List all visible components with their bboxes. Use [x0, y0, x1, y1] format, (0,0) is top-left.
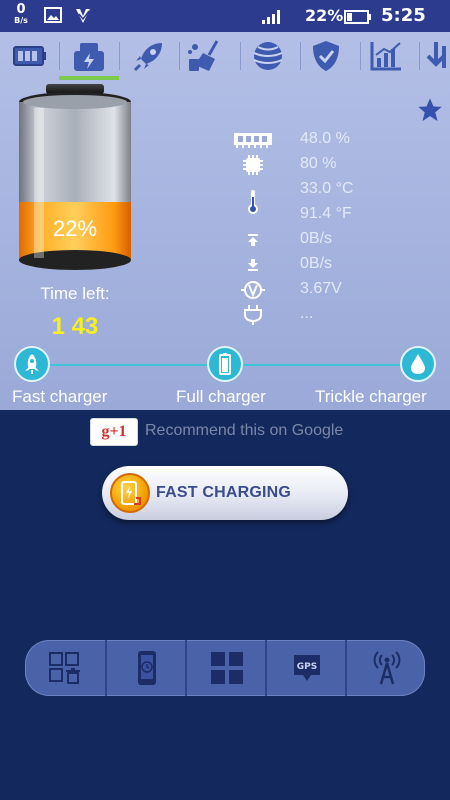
download-speed-icon — [228, 252, 278, 277]
phone-timer-button[interactable] — [107, 640, 187, 696]
svg-text:GPS: GPS — [297, 662, 317, 672]
grid-button[interactable] — [187, 640, 267, 696]
rocket-icon — [133, 43, 162, 72]
battery-icon — [219, 353, 231, 375]
net-speed-unit: B/s — [14, 16, 28, 25]
charge-stages: Fast charger Full charger Trickle charge… — [0, 342, 450, 410]
battery-tab-icon — [13, 46, 46, 66]
time-left-value: 1 43 — [51, 313, 99, 340]
app-manager-icon — [49, 652, 80, 684]
status-bar: 0 B/s 22% 5:25 PM — [0, 0, 450, 45]
battery-graphic: 22% — [16, 84, 134, 276]
bottom-action-bar: GPS — [25, 640, 425, 696]
star-icon[interactable] — [416, 96, 444, 128]
upload-icon — [228, 227, 278, 252]
rocket-icon — [25, 354, 39, 374]
stat-voltage: 3.67V — [228, 277, 428, 302]
battery-icon — [344, 9, 372, 28]
google-plus-badge: g+1 — [101, 423, 127, 440]
ram-value: 48.0 % — [300, 130, 350, 147]
plug-icon — [228, 302, 278, 327]
broom-icon — [188, 40, 219, 71]
image-icon — [44, 7, 62, 27]
tab-boost[interactable] — [127, 36, 171, 76]
stage-trickle-node — [400, 346, 436, 382]
charger-tab-icon — [74, 43, 104, 71]
voltage-value: 3.67V — [300, 280, 342, 297]
stage-trickle-label: Trickle charger — [315, 387, 427, 406]
signal-icon — [262, 9, 280, 28]
gps-button[interactable]: GPS — [267, 640, 347, 696]
plug-value: ... — [300, 305, 314, 322]
google-plus-one-button[interactable]: g+1 — [90, 418, 138, 446]
stat-plug: ... — [228, 302, 428, 327]
voltage-icon — [228, 277, 278, 302]
app-manager-button[interactable] — [25, 640, 105, 696]
tab-bar — [0, 32, 450, 80]
tab-charger[interactable] — [67, 36, 111, 76]
cpu-value: 80 % — [300, 155, 337, 172]
tab-network[interactable] — [246, 36, 290, 76]
tab-clean[interactable] — [184, 36, 228, 76]
status-battery-percent: 22% — [305, 6, 344, 25]
battery-info-panel: 22% Time left: 1 43 48.0 % 80 % 33.0 °C … — [0, 32, 450, 410]
phone-timer-icon — [138, 651, 156, 685]
temp-f-value: 91.4 °F — [300, 205, 352, 222]
stat-ram: 48.0 % — [228, 127, 428, 152]
antenna-icon — [373, 651, 401, 685]
download-value: 0B/s — [300, 255, 333, 272]
ram-icon — [228, 127, 278, 152]
globe-icon — [253, 42, 283, 70]
stat-upload: 0B/s — [228, 227, 428, 252]
tab-download[interactable] — [422, 36, 450, 76]
fast-charging-label: FAST CHARGING — [156, 484, 292, 501]
shield-icon — [313, 41, 339, 71]
temp-c-value: 33.0 °C — [300, 180, 354, 197]
gps-icon: GPS — [294, 655, 320, 681]
stat-temp-f: 91.4 °F — [228, 202, 428, 227]
tab-battery[interactable] — [8, 36, 52, 76]
download-icon — [426, 42, 446, 68]
clock-time: 5:25 — [381, 5, 426, 26]
drop-icon — [411, 354, 425, 374]
net-speed-value: 0 — [16, 2, 26, 17]
tab-security[interactable] — [304, 36, 348, 76]
upload-value: 0B/s — [300, 230, 333, 247]
net-speed-indicator: 0 B/s — [12, 3, 30, 26]
stage-full-node — [207, 346, 243, 382]
phone-charge-icon — [110, 473, 150, 513]
stat-download: 0B/s — [228, 252, 428, 277]
check-app-icon — [74, 7, 92, 29]
time-left-label: Time left: — [40, 284, 110, 303]
antenna-button[interactable] — [347, 640, 425, 696]
cpu-icon — [228, 152, 278, 177]
recommend-text[interactable]: Recommend this on Google — [145, 422, 343, 440]
active-tab-indicator — [59, 76, 119, 80]
stage-fast-label: Fast charger — [12, 387, 108, 406]
tab-stats[interactable] — [364, 36, 408, 76]
stage-full-label: Full charger — [176, 387, 266, 406]
grid-icon — [211, 652, 243, 684]
stat-cpu: 80 % — [228, 152, 428, 177]
stage-fast-node — [14, 346, 50, 382]
chart-icon — [370, 42, 401, 71]
battery-level-label: 22% — [52, 216, 98, 241]
fast-charging-button[interactable]: FAST CHARGING — [102, 466, 348, 520]
